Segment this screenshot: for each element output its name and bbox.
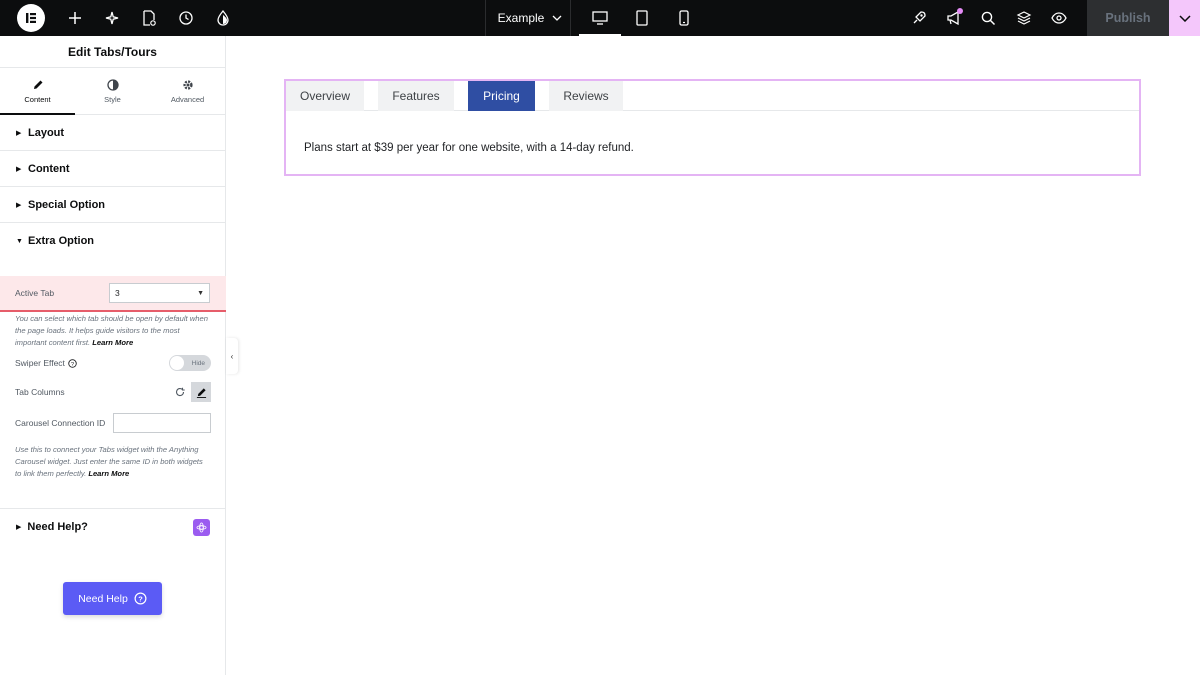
publish-options-chevron-icon[interactable] (1169, 0, 1200, 36)
tab-columns-label: Tab Columns (15, 387, 65, 397)
swiper-effect-toggle[interactable]: Hide (169, 355, 211, 371)
active-tab-control: Active Tab 3 ▼ (0, 276, 226, 312)
section-extra-option[interactable]: ▼ Extra Option (0, 223, 225, 259)
tabs-widget[interactable]: Overview Features Pricing Reviews Plans … (284, 79, 1141, 176)
page-settings-icon[interactable] (131, 0, 167, 36)
elementor-logo-icon[interactable] (17, 4, 45, 32)
carousel-connection-label: Carousel Connection ID (15, 418, 106, 428)
select-arrow-icon: ▼ (197, 289, 204, 297)
collapse-panel-chevron-icon[interactable]: ‹ (226, 338, 238, 374)
swiper-effect-control: Swiper Effect ? Hide (15, 354, 211, 372)
caret-right-icon: ▶ (16, 201, 22, 209)
section-layout-label: Layout (28, 126, 65, 139)
chevron-down-icon (552, 15, 562, 21)
widget-tab-features[interactable]: Features (378, 81, 454, 111)
tab-columns-control: Tab Columns (15, 382, 211, 402)
panel-title: Edit Tabs/Tours (0, 36, 225, 68)
section-layout[interactable]: ▶ Layout (0, 115, 225, 151)
tab-advanced[interactable]: Advanced (150, 68, 225, 114)
mobile-view-icon[interactable] (663, 0, 705, 36)
panel-tabs: Content Style Advanced (0, 68, 225, 115)
caret-down-icon: ▼ (16, 237, 23, 245)
editor-panel: Edit Tabs/Tours Content Style Advanced ▶… (0, 36, 226, 675)
widget-tab-overview[interactable]: Overview (286, 81, 364, 111)
page-selector[interactable]: Example (485, 0, 571, 36)
tab-style-label: Style (104, 94, 121, 104)
active-tab-value: 3 (115, 288, 120, 298)
section-need-help-label: Need Help? (27, 521, 88, 533)
add-icon[interactable] (57, 0, 93, 36)
section-content-label: Content (28, 162, 70, 175)
structure-icon[interactable] (1006, 0, 1041, 36)
section-need-help[interactable]: ▶ Need Help? (0, 509, 226, 545)
tab-panel-content: Plans start at $39 per year for one webs… (304, 142, 634, 154)
learn-more-link[interactable]: Learn More (92, 338, 133, 347)
toggle-state-label: Hide (191, 359, 205, 367)
need-help-button[interactable]: Need Help ? (63, 582, 162, 615)
need-help-button-label: Need Help (78, 592, 128, 605)
widget-tab-reviews[interactable]: Reviews (549, 81, 623, 111)
carousel-id-input[interactable] (113, 413, 211, 433)
section-content[interactable]: ▶ Content (0, 151, 225, 187)
ai-sparkle-icon[interactable] (94, 0, 130, 36)
tabs-nav: Overview Features Pricing Reviews (286, 81, 1139, 111)
publish-button[interactable]: Publish (1087, 0, 1169, 36)
edit-pencil-button[interactable] (191, 382, 211, 402)
pencil-icon (33, 80, 42, 89)
active-tab-label: Active Tab (15, 288, 55, 298)
tab-style[interactable]: Style (75, 68, 150, 114)
notification-dot (957, 8, 963, 14)
site-settings-icon[interactable] (205, 0, 241, 36)
page-name: Example (497, 11, 545, 25)
ai-assistant-icon[interactable] (193, 519, 210, 536)
help-circle-icon[interactable]: ? (68, 358, 77, 368)
learn-more-link-2[interactable]: Learn More (88, 469, 129, 478)
swiper-effect-label: Swiper Effect (15, 358, 65, 368)
caret-right-icon: ▶ (16, 524, 22, 531)
tablet-view-icon[interactable] (621, 0, 663, 36)
carousel-connection-control: Carousel Connection ID (15, 413, 211, 433)
caret-right-icon: ▶ (16, 165, 22, 173)
history-icon[interactable] (168, 0, 204, 36)
tab-content-label: Content (24, 94, 51, 104)
contrast-icon (106, 78, 119, 91)
active-tab-help: You can select which tab should be open … (15, 313, 211, 349)
pencil-icon (196, 387, 206, 398)
top-bar: Example Publish (0, 0, 1200, 36)
reset-icon[interactable] (175, 387, 185, 397)
question-circle-icon: ? (134, 592, 147, 605)
gear-icon (182, 79, 193, 90)
rocket-icon[interactable] (901, 0, 936, 36)
tab-advanced-label: Advanced (170, 94, 205, 104)
widget-tab-pricing[interactable]: Pricing (468, 81, 535, 111)
section-special-label: Special Option (28, 198, 106, 211)
section-special-option[interactable]: ▶ Special Option (0, 187, 225, 223)
active-tab-select[interactable]: 3 ▼ (109, 283, 210, 303)
caret-right-icon: ▶ (16, 129, 22, 137)
section-extra-label: Extra Option (28, 235, 95, 247)
tab-content[interactable]: Content (0, 68, 75, 115)
search-icon[interactable] (971, 0, 1006, 36)
carousel-help: Use this to connect your Tabs widget wit… (15, 444, 211, 480)
svg-text:?: ? (138, 594, 143, 603)
desktop-view-icon[interactable] (579, 0, 621, 36)
preview-eye-icon[interactable] (1041, 0, 1076, 36)
announcements-icon[interactable] (936, 0, 971, 36)
